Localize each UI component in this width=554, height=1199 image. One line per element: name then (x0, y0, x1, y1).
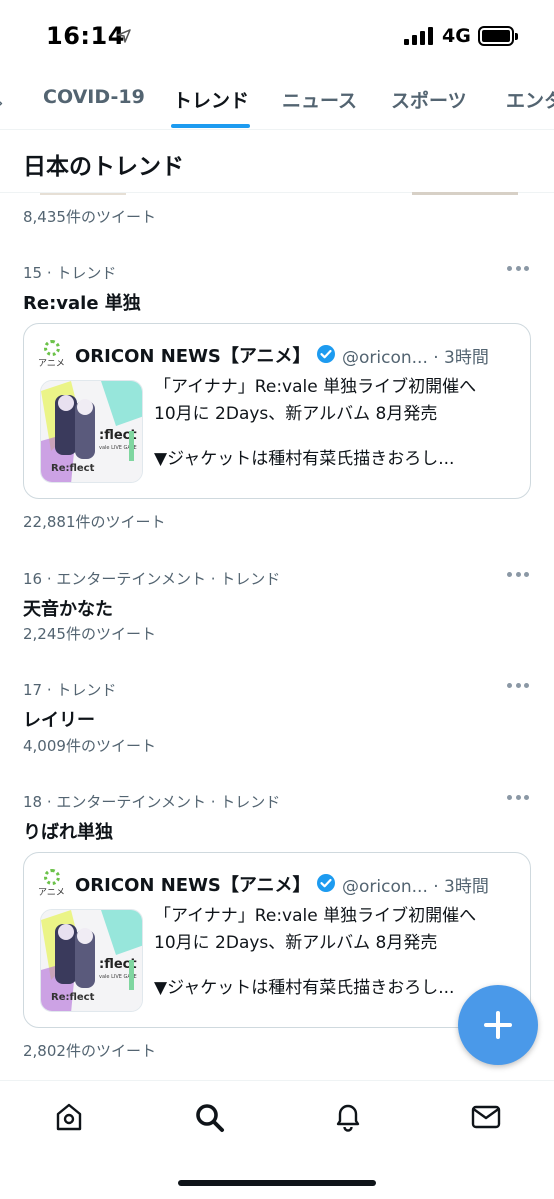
trend-tweet-count: 2,245件のツイート (23, 625, 156, 643)
more-options-icon[interactable] (507, 683, 529, 689)
signal-icon (404, 27, 433, 45)
tweet-author-name: ORICON NEWS【アニメ】 (75, 875, 311, 896)
home-icon[interactable] (53, 1101, 85, 1133)
embedded-tweet-card[interactable]: アニメ ORICON NEWS【アニメ】 @oricon... · 3時間 :f… (23, 323, 531, 499)
more-options-icon[interactable] (507, 572, 529, 578)
tweet-line-2: 10月に 2Days、新アルバム 8月発売 (154, 933, 438, 953)
trend-item[interactable]: 16 · エンターテインメント · トレンド 天音かなた 2,245件のツイート (0, 568, 554, 648)
embedded-tweet-card[interactable]: アニメ ORICON NEWS【アニメ】 @oricon... · 3時間 :f… (23, 852, 531, 1028)
tweet-line-3: ▼ジャケットは種村有菜氏描きおろし... (154, 449, 455, 469)
explore-tabs: › COVID-19 トレンド ニュース スポーツ エンタ (0, 72, 554, 130)
active-tab-indicator (171, 124, 250, 128)
previous-card-image-edge (412, 192, 518, 195)
tab-edge-fragment: › (0, 92, 4, 114)
trend-title: りばれ単独 (23, 822, 113, 843)
trend-tweet-count: 4,009件のツイート (23, 737, 156, 755)
tab-trends[interactable]: トレンド (173, 86, 249, 113)
section-title: 日本のトレンド (23, 154, 184, 180)
battery-icon (478, 26, 518, 46)
verified-badge-icon (317, 874, 335, 892)
tweet-author-name: ORICON NEWS【アニメ】 (75, 346, 311, 367)
tweet-text: 「アイナナ」Re:vale 単独ライブ初開催へ 10月に 2Days、新アルバム… (154, 374, 522, 473)
trend-meta: 16 · エンターテインメント · トレンド (23, 570, 281, 588)
compose-tweet-button[interactable] (458, 985, 538, 1065)
bell-icon[interactable] (332, 1101, 364, 1133)
trend-title: 天音かなた (23, 599, 113, 620)
tab-news[interactable]: ニュース (282, 86, 357, 113)
oricon-avatar: アニメ (38, 869, 66, 898)
tweet-handle-time: @oricon... · 3時間 (342, 877, 489, 897)
location-arrow-icon (117, 29, 131, 43)
mail-icon[interactable] (470, 1101, 502, 1133)
trend-title: Re:vale 単独 (23, 293, 141, 314)
trend-title: レイリー (23, 710, 95, 731)
home-indicator (178, 1180, 376, 1186)
tab-covid[interactable]: COVID-19 (43, 86, 145, 108)
trend-tweet-count: 2,802件のツイート (23, 1042, 156, 1060)
trend-meta: 15 · トレンド (23, 264, 117, 282)
search-icon[interactable] (193, 1101, 225, 1133)
previous-trend-count: 8,435件のツイート (23, 208, 156, 226)
trend-item[interactable]: 17 · トレンド レイリー 4,009件のツイート (0, 679, 554, 759)
svg-text:Re:flect: Re:flect (51, 463, 95, 474)
verified-badge-icon (317, 345, 335, 363)
tweet-handle-time: @oricon... · 3時間 (342, 348, 489, 368)
trend-item[interactable]: 15 · トレンド Re:vale 単独 アニメ ORICON NEWS【アニメ… (0, 262, 554, 532)
tab-entertainment[interactable]: エンタ (506, 86, 554, 113)
network-type: 4G (442, 25, 471, 47)
tweet-text: 「アイナナ」Re:vale 単独ライブ初開催へ 10月に 2Days、新アルバム… (154, 903, 522, 1002)
tweet-line-1: 「アイナナ」Re:vale 単独ライブ初開催へ (154, 906, 477, 926)
tweet-line-2: 10月に 2Days、新アルバム 8月発売 (154, 404, 438, 424)
status-time: 16:14 (46, 22, 125, 50)
tweet-line-1: 「アイナナ」Re:vale 単独ライブ初開催へ (154, 377, 477, 397)
oricon-avatar: アニメ (38, 340, 66, 369)
status-bar: 16:14 4G (0, 0, 554, 72)
previous-card-edge (40, 193, 126, 195)
album-thumbnail: :flect vale LIVE GATE Re:flect (40, 380, 143, 483)
svg-text:Re:flect: Re:flect (51, 992, 95, 1003)
more-options-icon[interactable] (507, 266, 529, 272)
tab-sports[interactable]: スポーツ (391, 86, 467, 113)
album-thumbnail: :flect vale LIVE GATE Re:flect (40, 909, 143, 1012)
trend-meta: 18 · エンターテインメント · トレンド (23, 793, 281, 811)
trend-meta: 17 · トレンド (23, 681, 117, 699)
section-header: 日本のトレンド (0, 131, 554, 193)
more-options-icon[interactable] (507, 795, 529, 801)
trend-tweet-count: 22,881件のツイート (23, 513, 166, 531)
